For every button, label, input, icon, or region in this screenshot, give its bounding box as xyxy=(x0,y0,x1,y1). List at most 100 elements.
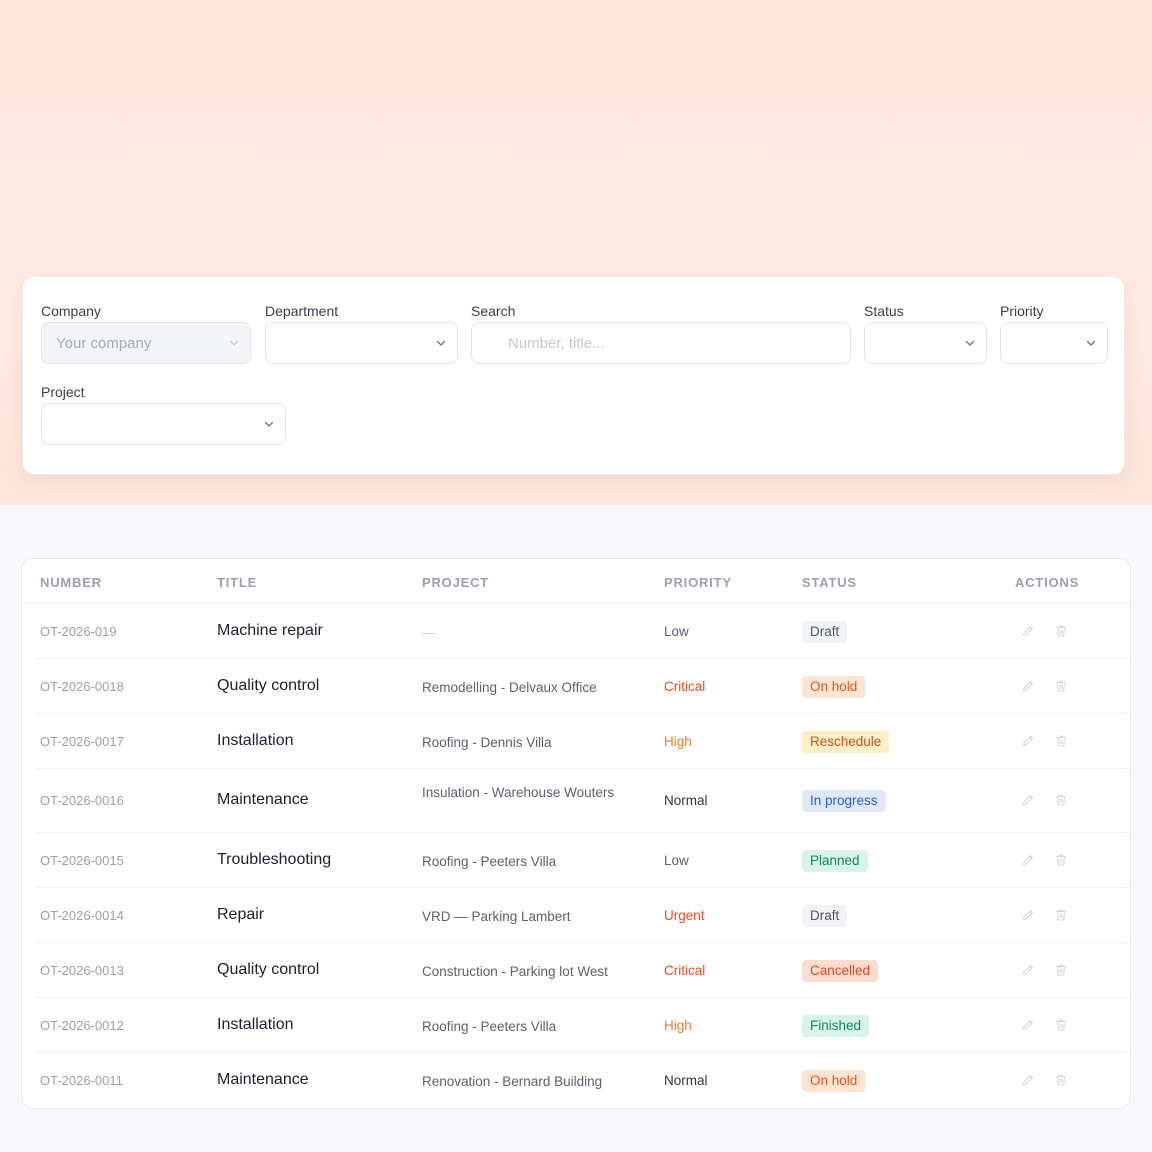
trash-icon[interactable] xyxy=(1054,1073,1068,1087)
chevron-down-icon xyxy=(263,418,275,430)
row-title: Installation xyxy=(217,1015,294,1033)
trash-icon[interactable] xyxy=(1054,853,1068,867)
row-number: OT-2026-0011 xyxy=(40,1072,123,1088)
row-priority: Critical xyxy=(664,962,706,978)
work-orders-table: NUMBER TITLE PROJECT PRIORITY STATUS ACT… xyxy=(21,558,1131,1109)
pencil-icon[interactable] xyxy=(1021,1073,1035,1087)
row-priority: High xyxy=(664,1017,692,1033)
trash-icon[interactable] xyxy=(1054,734,1068,748)
status-badge: Draft xyxy=(802,904,848,927)
header-status[interactable]: STATUS xyxy=(802,575,857,590)
row-priority: Urgent xyxy=(664,907,705,923)
row-title: Maintenance xyxy=(217,791,309,808)
pencil-icon[interactable] xyxy=(1021,793,1035,807)
table-header: NUMBER TITLE PROJECT PRIORITY STATUS ACT… xyxy=(22,559,1130,604)
table-row[interactable]: OT-2026-0014 Repair VRD — Parking Lambert U… xyxy=(22,888,1130,943)
status-badge: Draft xyxy=(802,620,848,643)
header-priority[interactable]: PRIORITY xyxy=(664,575,732,590)
department-select[interactable] xyxy=(265,322,458,364)
row-title: Quality control xyxy=(217,960,320,978)
row-title: Repair xyxy=(217,905,265,923)
row-title: Machine repair xyxy=(217,621,323,639)
pencil-icon[interactable] xyxy=(1021,908,1035,922)
header-actions: ACTIONS xyxy=(1015,575,1080,590)
row-number: OT-2026-0018 xyxy=(40,678,124,694)
table-row[interactable]: OT-2026-0015 Troubleshooting Roofing - Pee… xyxy=(22,833,1130,888)
status-badge: Cancelled xyxy=(802,959,879,982)
row-priority: Low xyxy=(664,852,689,868)
department-label: Department xyxy=(265,303,339,319)
row-project: Remodelling - Delvaux Office xyxy=(422,679,597,695)
row-number: OT-2026-0017 xyxy=(40,733,124,749)
company-value: Your company xyxy=(56,335,152,352)
row-project: Construction - Parking lot West xyxy=(422,963,608,979)
department-filter: Department xyxy=(265,303,458,365)
chevron-down-icon xyxy=(228,337,240,349)
pencil-icon[interactable] xyxy=(1021,1018,1035,1032)
priority-filter: Priority xyxy=(1000,303,1108,365)
row-title: Maintenance xyxy=(217,1070,309,1088)
row-priority: Normal xyxy=(664,793,708,808)
row-title: Installation xyxy=(217,731,294,749)
company-select[interactable]: Your company xyxy=(41,322,251,364)
pencil-icon[interactable] xyxy=(1021,734,1035,748)
row-number: OT-2026-0015 xyxy=(40,852,124,868)
company-filter: Company Your company xyxy=(41,303,251,365)
trash-icon[interactable] xyxy=(1054,908,1068,922)
company-label: Company xyxy=(41,303,101,319)
status-badge: In progress xyxy=(802,790,886,812)
pencil-icon[interactable] xyxy=(1021,963,1035,977)
row-number: OT-2026-0012 xyxy=(40,1017,124,1033)
row-project: VRD — Parking Lambert xyxy=(422,908,571,924)
table-row[interactable]: OT-2026-0017 Installation Roofing - Dennis… xyxy=(22,714,1130,769)
row-priority: Normal xyxy=(664,1072,708,1088)
trash-icon[interactable] xyxy=(1054,1018,1068,1032)
chevron-down-icon xyxy=(964,337,976,349)
trash-icon[interactable] xyxy=(1054,963,1068,977)
status-badge: Finished xyxy=(802,1014,870,1037)
pencil-icon[interactable] xyxy=(1021,624,1035,638)
row-title: Troubleshooting xyxy=(217,850,332,868)
trash-icon[interactable] xyxy=(1054,793,1068,807)
project-select[interactable] xyxy=(41,403,286,445)
header-number[interactable]: NUMBER xyxy=(40,575,102,590)
search-input[interactable]: Number, title... xyxy=(471,322,851,364)
trash-icon[interactable] xyxy=(1054,624,1068,638)
status-filter: Status xyxy=(864,303,987,365)
table-row[interactable]: OT-2026-0016 Maintenance Insulation - Ware… xyxy=(22,769,1130,833)
row-project: — xyxy=(422,624,436,640)
search-filter: Search Number, title... xyxy=(471,303,851,365)
trash-icon[interactable] xyxy=(1054,679,1068,693)
status-badge: On hold xyxy=(802,1069,866,1092)
search-placeholder: Number, title... xyxy=(508,335,605,352)
row-priority: Critical xyxy=(664,678,706,694)
row-number: OT-2026-0013 xyxy=(40,962,124,978)
project-label: Project xyxy=(41,384,85,400)
pencil-icon[interactable] xyxy=(1021,679,1035,693)
table-row[interactable]: OT-2026-0011 Maintenance Renovation - Bern… xyxy=(22,1053,1130,1108)
row-priority: High xyxy=(664,733,692,749)
header-title[interactable]: TITLE xyxy=(217,575,257,590)
status-badge: On hold xyxy=(802,675,866,698)
pencil-icon[interactable] xyxy=(1021,853,1035,867)
chevron-down-icon xyxy=(435,337,447,349)
priority-select[interactable] xyxy=(1000,322,1108,364)
status-label: Status xyxy=(864,303,904,319)
row-project: Roofing - Peeters Villa xyxy=(422,853,557,869)
row-number: OT-2026-0014 xyxy=(40,907,124,923)
table-row[interactable]: OT-2026-0018 Quality control Remodelling -… xyxy=(22,659,1130,714)
search-label: Search xyxy=(471,303,516,319)
project-filter: Project xyxy=(41,384,286,446)
priority-label: Priority xyxy=(1000,303,1044,319)
status-select[interactable] xyxy=(864,322,987,364)
row-project: Roofing - Peeters Villa xyxy=(422,1018,557,1034)
status-badge: Reschedule xyxy=(802,730,890,753)
row-project: Renovation - Bernard Building xyxy=(422,1073,603,1089)
row-project: Roofing - Dennis Villa xyxy=(422,734,552,750)
table-row[interactable]: OT-2026-0012 Installation Roofing - Peeter… xyxy=(22,998,1130,1053)
filter-panel: Company Your company Department Search N… xyxy=(22,276,1125,475)
chevron-down-icon xyxy=(1085,337,1097,349)
table-row[interactable]: OT-2026-0013 Quality control Construction … xyxy=(22,943,1130,998)
table-row[interactable]: OT-2026-019 Machine repair — Low Draft xyxy=(22,604,1130,659)
header-project[interactable]: PROJECT xyxy=(422,575,489,590)
